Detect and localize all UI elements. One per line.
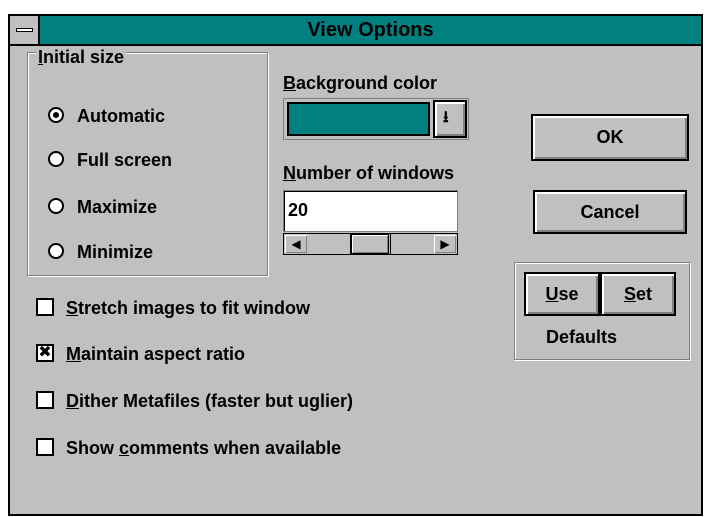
cancel-button[interactable]: Cancel [533,190,687,234]
scroll-thumb[interactable] [351,234,389,254]
checkbox-icon [36,298,54,316]
checkbox-icon [36,391,54,409]
scroll-tick [350,234,351,254]
checkbox-label-stretch: Stretch images to fit window [66,298,311,318]
dialog-title: View Options [307,19,434,41]
background-color-combo[interactable]: ⭳ [283,98,469,140]
dropdown-button[interactable]: ⭳ [433,100,467,138]
radio-button-icon [48,107,64,123]
radio-label-full-screen: Full screen [77,150,173,170]
radio-button-icon [48,243,64,259]
dropdown-arrow-icon: ⭳ [443,109,449,126]
set-button-label: Set [623,284,653,304]
ok-button[interactable]: OK [531,114,689,161]
radio-label-automatic: Automatic [77,106,166,126]
arrow-right-icon[interactable]: ▶ [434,235,456,253]
title-bar[interactable]: View Options [10,16,701,46]
number-of-windows-value: 20 [288,200,309,220]
radio-label-minimize: Minimize [77,242,154,262]
use-defaults-button[interactable]: Use [524,272,600,316]
checkbox-label-dither: Dither Metafiles (faster but uglier) [66,391,354,411]
number-of-windows-label: Number of windows [283,163,455,183]
set-defaults-button[interactable]: Set [600,272,676,316]
use-button-label: Use [545,284,579,304]
radio-label-maximize: Maximize [77,197,158,217]
scroll-tick [390,234,391,254]
radio-button-icon [48,198,64,214]
cancel-button-label: Cancel [580,202,640,222]
defaults-label: Defaults [546,327,618,347]
system-menu-icon[interactable] [10,16,40,44]
arrow-left-icon[interactable]: ◀ [285,235,307,253]
background-color-label: Background color [283,73,438,93]
radio-button-icon [48,151,64,167]
number-of-windows-scrollbar[interactable]: ◀ ▶ [283,233,458,255]
checkbox-icon [36,438,54,456]
initial-size-group-label: Initial size [36,47,127,67]
ok-button-label: OK [596,127,624,147]
x-mark-icon: ✖ [36,344,54,362]
number-of-windows-field[interactable]: 20 [283,190,458,232]
checkbox-label-maintain: Maintain aspect ratio [66,344,246,364]
background-color-swatch[interactable] [287,102,430,136]
checkbox-label-comments: Show comments when available [66,438,342,458]
initial-size-label-rest: nitial size [43,47,125,67]
